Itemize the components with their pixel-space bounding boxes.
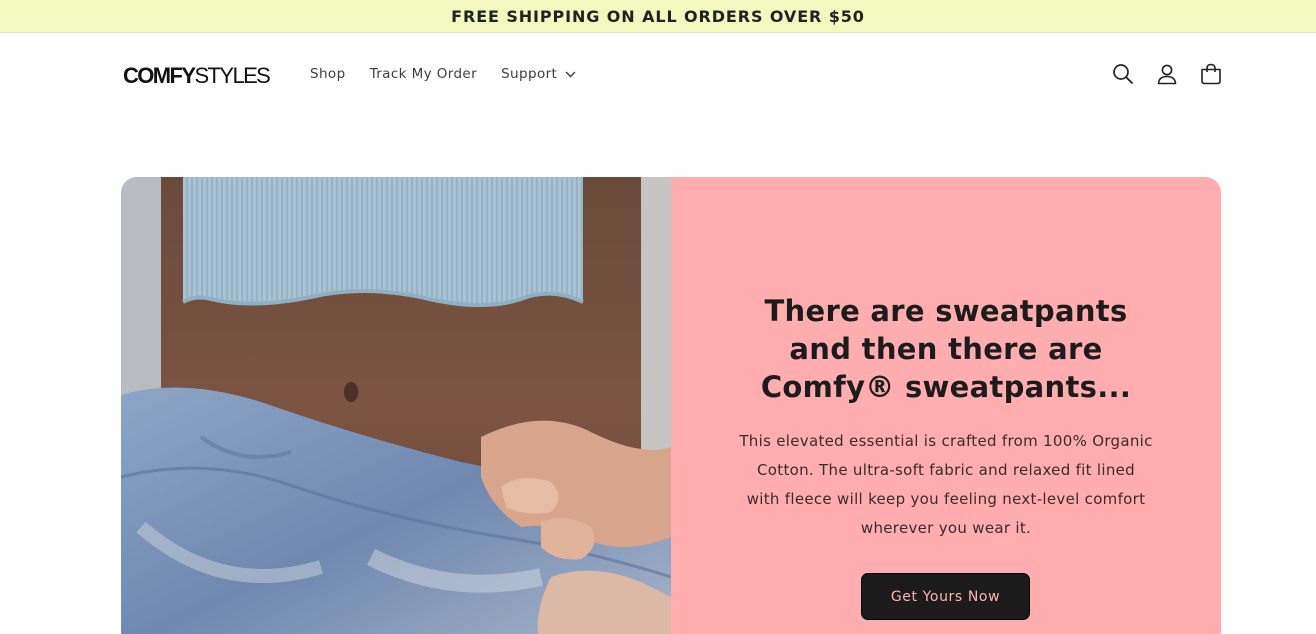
search-button[interactable] [1111, 62, 1135, 86]
announcement-bar: FREE SHIPPING ON ALL ORDERS OVER $50 [0, 0, 1316, 33]
account-icon [1157, 64, 1177, 85]
logo-light-text: STYLES [194, 63, 270, 88]
nav-shop[interactable]: Shop [310, 66, 346, 82]
nav-track-my-order[interactable]: Track My Order [370, 66, 478, 82]
header-actions [1111, 62, 1223, 86]
main-nav: Shop Track My Order Support [310, 66, 576, 82]
account-button[interactable] [1155, 62, 1179, 86]
nav-support[interactable]: Support [501, 66, 576, 82]
cta-label: Get Yours Now [890, 588, 1001, 605]
hero-content-panel: There are sweatpants and then there are … [671, 177, 1221, 634]
get-yours-now-button[interactable]: Get Yours Now [861, 573, 1030, 620]
site-logo[interactable]: COMFYSTYLES [123, 63, 271, 89]
search-icon [1113, 64, 1133, 84]
hero-media [121, 177, 671, 634]
site-header: COMFYSTYLES Shop Track My Order Support [0, 33, 1316, 117]
chevron-down-icon [565, 71, 576, 77]
hero-title: There are sweatpants and then there are … [760, 294, 1132, 404]
hero-banner: There are sweatpants and then there are … [121, 177, 1221, 634]
announcement-text: FREE SHIPPING ON ALL ORDERS OVER $50 [451, 6, 865, 26]
nav-support-label: Support [501, 66, 558, 82]
cart-button[interactable] [1199, 62, 1223, 86]
hero-description: This elevated essential is crafted from … [739, 432, 1153, 537]
cart-icon [1201, 63, 1221, 85]
logo-bold-text: COMFY [123, 63, 196, 88]
product-video-image [121, 177, 671, 634]
